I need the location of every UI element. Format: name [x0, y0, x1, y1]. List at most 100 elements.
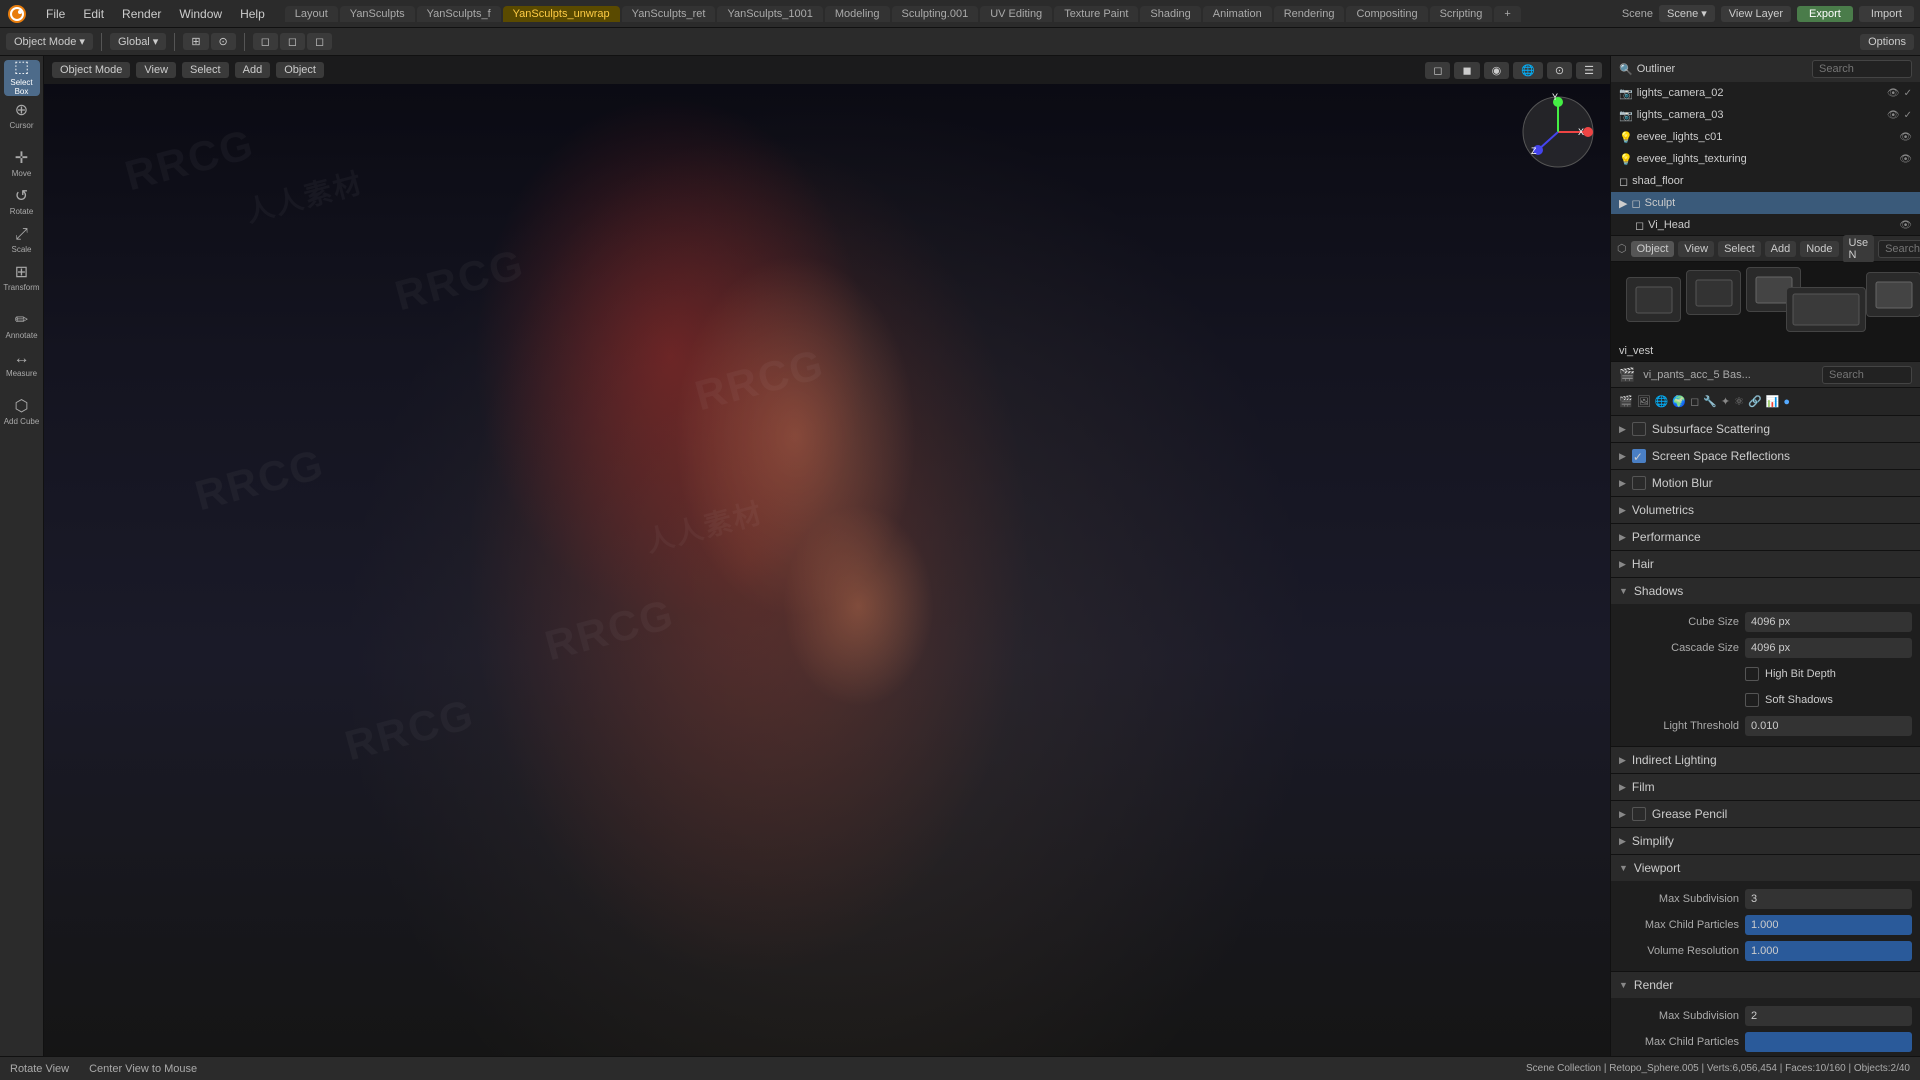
outliner-visible-icon[interactable]: 👁: [1899, 132, 1912, 143]
tab-rendering[interactable]: Rendering: [1274, 6, 1345, 22]
tab-uv-editing[interactable]: UV Editing: [980, 6, 1052, 22]
props-search[interactable]: [1822, 366, 1912, 384]
cascade-size-value[interactable]: 4096 px: [1745, 638, 1912, 658]
tab-yansculpts-f[interactable]: YanSculpts_f: [417, 6, 501, 22]
outliner-visible-icon[interactable]: 👁: [1887, 110, 1900, 121]
outliner-item-lights-cam-02[interactable]: 📷 lights_camera_02 👁 ✓: [1611, 82, 1920, 104]
tab-sculpting[interactable]: Sculpting.001: [892, 6, 979, 22]
prop-object-icon[interactable]: ◻: [1690, 395, 1699, 408]
annotate-tool[interactable]: ✏ Annotate: [4, 308, 40, 344]
prop-physics-icon[interactable]: ⚛: [1734, 395, 1744, 408]
node-block-1[interactable]: [1626, 277, 1681, 322]
overlay-btn[interactable]: ⊙: [1547, 62, 1572, 79]
simplify-header[interactable]: ▶ Simplify: [1611, 828, 1920, 854]
prop-data-icon[interactable]: 📊: [1766, 395, 1780, 408]
viewport-shading-render[interactable]: 🌐: [1513, 62, 1543, 79]
prop-output-icon[interactable]: 🖼: [1637, 395, 1651, 408]
viewport-shading-wire[interactable]: ◻: [1425, 62, 1450, 79]
rotate-tool[interactable]: ↺ Rotate: [4, 184, 40, 220]
render-max-subdivision-value[interactable]: 2: [1745, 1006, 1912, 1026]
snap-btn[interactable]: ⊞: [183, 33, 208, 50]
grease-pencil-header[interactable]: ▶ Grease Pencil: [1611, 801, 1920, 827]
screen-space-reflections-header[interactable]: ▶ ✓ Screen Space Reflections: [1611, 443, 1920, 469]
subsurface-scattering-header[interactable]: ▶ Subsurface Scattering: [1611, 416, 1920, 442]
outliner-item-shad-floor[interactable]: ◻ shad_floor: [1611, 170, 1920, 192]
tab-yansculpts-ret[interactable]: YanSculpts_ret: [622, 6, 716, 22]
outliner-visible-icon[interactable]: 👁: [1887, 88, 1900, 99]
indirect-lighting-header[interactable]: ▶ Indirect Lighting: [1611, 747, 1920, 773]
node-block-5[interactable]: [1866, 272, 1920, 317]
select-box-tool[interactable]: ⬚ Select Box: [4, 60, 40, 96]
tab-add[interactable]: +: [1494, 6, 1520, 22]
proportional-btn[interactable]: ⊙: [211, 33, 236, 50]
menu-help[interactable]: Help: [232, 5, 273, 23]
measure-tool[interactable]: ↔ Measure: [4, 346, 40, 382]
viewport-shading-mat[interactable]: ◉: [1484, 62, 1510, 79]
view-btn-3[interactable]: ◻: [307, 33, 332, 50]
view-layer-selector[interactable]: View Layer: [1721, 6, 1791, 22]
viewport-section-header[interactable]: ▼ Viewport: [1611, 855, 1920, 881]
node-add-btn[interactable]: Add: [1765, 241, 1797, 257]
max-child-particles-value[interactable]: 1.000: [1745, 915, 1912, 935]
prop-particles-icon[interactable]: ✦: [1721, 395, 1730, 408]
tab-layout[interactable]: Layout: [285, 6, 338, 22]
transform-tool[interactable]: ⊞ Transform: [4, 260, 40, 296]
blender-logo[interactable]: [6, 3, 28, 25]
viewport-shading-solid[interactable]: ◼: [1454, 62, 1479, 79]
vp-object[interactable]: Object: [276, 62, 324, 78]
outliner-item-sculpt[interactable]: ▶ ◻ Sculpt: [1611, 192, 1920, 214]
prop-constraints-icon[interactable]: 🔗: [1748, 395, 1762, 408]
menu-window[interactable]: Window: [171, 5, 230, 23]
prop-scene-icon[interactable]: 🌐: [1655, 395, 1669, 408]
outliner-visible-icon[interactable]: 👁: [1899, 154, 1912, 165]
node-preview[interactable]: vi_vest: [1611, 262, 1920, 362]
render-section-header[interactable]: ▼ Render: [1611, 972, 1920, 998]
prop-material-icon[interactable]: ●: [1783, 396, 1790, 408]
vp-object-mode[interactable]: Object Mode: [52, 62, 130, 78]
object-mode-selector[interactable]: Object Mode ▾: [6, 33, 93, 50]
vp-view[interactable]: View: [136, 62, 176, 78]
outliner-item-eevee-lights-tex[interactable]: 💡 eevee_lights_texturing 👁: [1611, 148, 1920, 170]
import-button[interactable]: Import: [1859, 6, 1914, 22]
outliner-visible-icon[interactable]: 👁: [1899, 220, 1912, 231]
hair-header[interactable]: ▶ Hair: [1611, 551, 1920, 577]
node-view-btn[interactable]: View: [1678, 241, 1714, 257]
node-node-btn[interactable]: Node: [1800, 241, 1838, 257]
node-object-btn[interactable]: Object: [1631, 241, 1675, 257]
menu-file[interactable]: File: [38, 5, 73, 23]
max-subdivision-value[interactable]: 3: [1745, 889, 1912, 909]
render-max-child-value[interactable]: [1745, 1032, 1912, 1052]
scene-selector[interactable]: Scene ▾: [1659, 5, 1715, 22]
volumetrics-header[interactable]: ▶ Volumetrics: [1611, 497, 1920, 523]
prop-world-icon[interactable]: 🌍: [1672, 395, 1686, 408]
tab-modeling[interactable]: Modeling: [825, 6, 890, 22]
viewport-gizmo[interactable]: X Y Z: [1518, 92, 1598, 175]
vp-select[interactable]: Select: [182, 62, 229, 78]
viewport[interactable]: RRCG RRCG RRCG RRCG RRCG RRCG 人人素材 人人素材 …: [44, 56, 1610, 1056]
menu-edit[interactable]: Edit: [75, 5, 112, 23]
outliner-item-vi-head[interactable]: ◻ Vi_Head 👁: [1611, 214, 1920, 236]
view-btn-2[interactable]: ◻: [280, 33, 305, 50]
volume-resolution-value[interactable]: 1.000: [1745, 941, 1912, 961]
tab-shading[interactable]: Shading: [1140, 6, 1200, 22]
options-btn[interactable]: Options: [1860, 34, 1914, 50]
motion-blur-header[interactable]: ▶ Motion Blur: [1611, 470, 1920, 496]
prop-modifier-icon[interactable]: 🔧: [1703, 395, 1717, 408]
soft-shadows-checkbox[interactable]: [1745, 693, 1759, 707]
high-bit-depth-checkbox[interactable]: [1745, 667, 1759, 681]
shadows-header[interactable]: ▼ Shadows: [1611, 578, 1920, 604]
subsurface-checkbox[interactable]: [1632, 422, 1646, 436]
global-selector[interactable]: Global ▾: [110, 33, 166, 50]
view-btn-1[interactable]: ◻: [253, 33, 278, 50]
move-tool[interactable]: ✛ Move: [4, 146, 40, 182]
cursor-tool[interactable]: ⊕ Cursor: [4, 98, 40, 134]
export-button[interactable]: Export: [1797, 6, 1853, 22]
tab-texture-paint[interactable]: Texture Paint: [1054, 6, 1138, 22]
tab-yansculpts-unwrap[interactable]: YanSculpts_unwrap: [503, 6, 620, 22]
tab-yansculpts[interactable]: YanSculpts: [340, 6, 415, 22]
add-cube-tool[interactable]: ⬡ Add Cube: [4, 394, 40, 430]
film-header[interactable]: ▶ Film: [1611, 774, 1920, 800]
outliner-item-eevee-lights[interactable]: 💡 eevee_lights_c01 👁: [1611, 126, 1920, 148]
outliner-check-icon[interactable]: ✓: [1904, 88, 1912, 99]
node-select-btn[interactable]: Select: [1718, 241, 1761, 257]
